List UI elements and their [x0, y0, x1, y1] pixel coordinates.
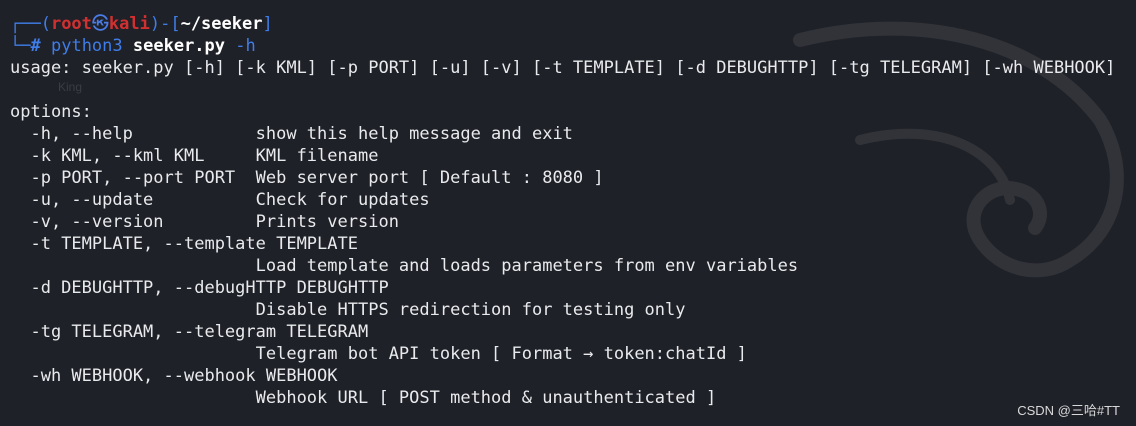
option-line: -u, --update Check for updates	[10, 190, 430, 210]
option-line: -d DEBUGHTTP, --debugHTTP DEBUGHTTP	[10, 278, 389, 298]
option-line: -k KML, --kml KML KML filename	[10, 146, 379, 166]
skull-icon: ㉿	[91, 14, 109, 34]
prompt-frame-close: ]	[262, 14, 273, 34]
prompt-frame-lower: └─	[10, 36, 31, 56]
options-header: options:	[10, 102, 92, 122]
ghost-text: King	[58, 80, 83, 94]
command-name: python3	[50, 36, 123, 56]
option-line: Disable HTTPS redirection for testing on…	[10, 300, 686, 320]
prompt-line-bottom: └─# python3 seeker.py -h	[10, 35, 256, 57]
prompt-line-top: ┌──(root㉿kali)-[~/seeker]	[10, 13, 273, 35]
option-line: -tg TELEGRAM, --telegram TELEGRAM	[10, 322, 369, 342]
option-line: -v, --version Prints version	[10, 212, 399, 232]
prompt-host: kali	[108, 14, 150, 34]
csdn-watermark: CSDN @三哈#TT	[1017, 403, 1120, 418]
option-line: Telegram bot API token [ Format → token:…	[10, 344, 747, 364]
usage-line: usage: seeker.py [-h] [-k KML] [-p PORT]…	[10, 58, 1116, 78]
option-line: -h, --help show this help message and ex…	[10, 124, 573, 144]
prompt-user: root	[50, 14, 92, 34]
prompt-hash: #	[30, 36, 41, 56]
option-line: Load template and loads parameters from …	[10, 256, 799, 276]
command-flag: -h	[235, 36, 256, 56]
terminal-window[interactable]: King ┌──(root㉿kali)-[~/seeker] └─# pytho…	[0, 0, 1136, 426]
prompt-path: ~/seeker	[180, 14, 263, 34]
prompt-frame-open: ┌──(	[10, 14, 51, 34]
option-line: -t TEMPLATE, --template TEMPLATE	[10, 234, 358, 254]
option-line: -p PORT, --port PORT Web server port [ D…	[10, 168, 604, 188]
option-line: -wh WEBHOOK, --webhook WEBHOOK	[10, 366, 338, 386]
prompt-frame-mid: )-[	[149, 14, 181, 34]
option-line: Webhook URL [ POST method & unauthentica…	[10, 388, 717, 408]
command-script: seeker.py	[132, 36, 226, 56]
